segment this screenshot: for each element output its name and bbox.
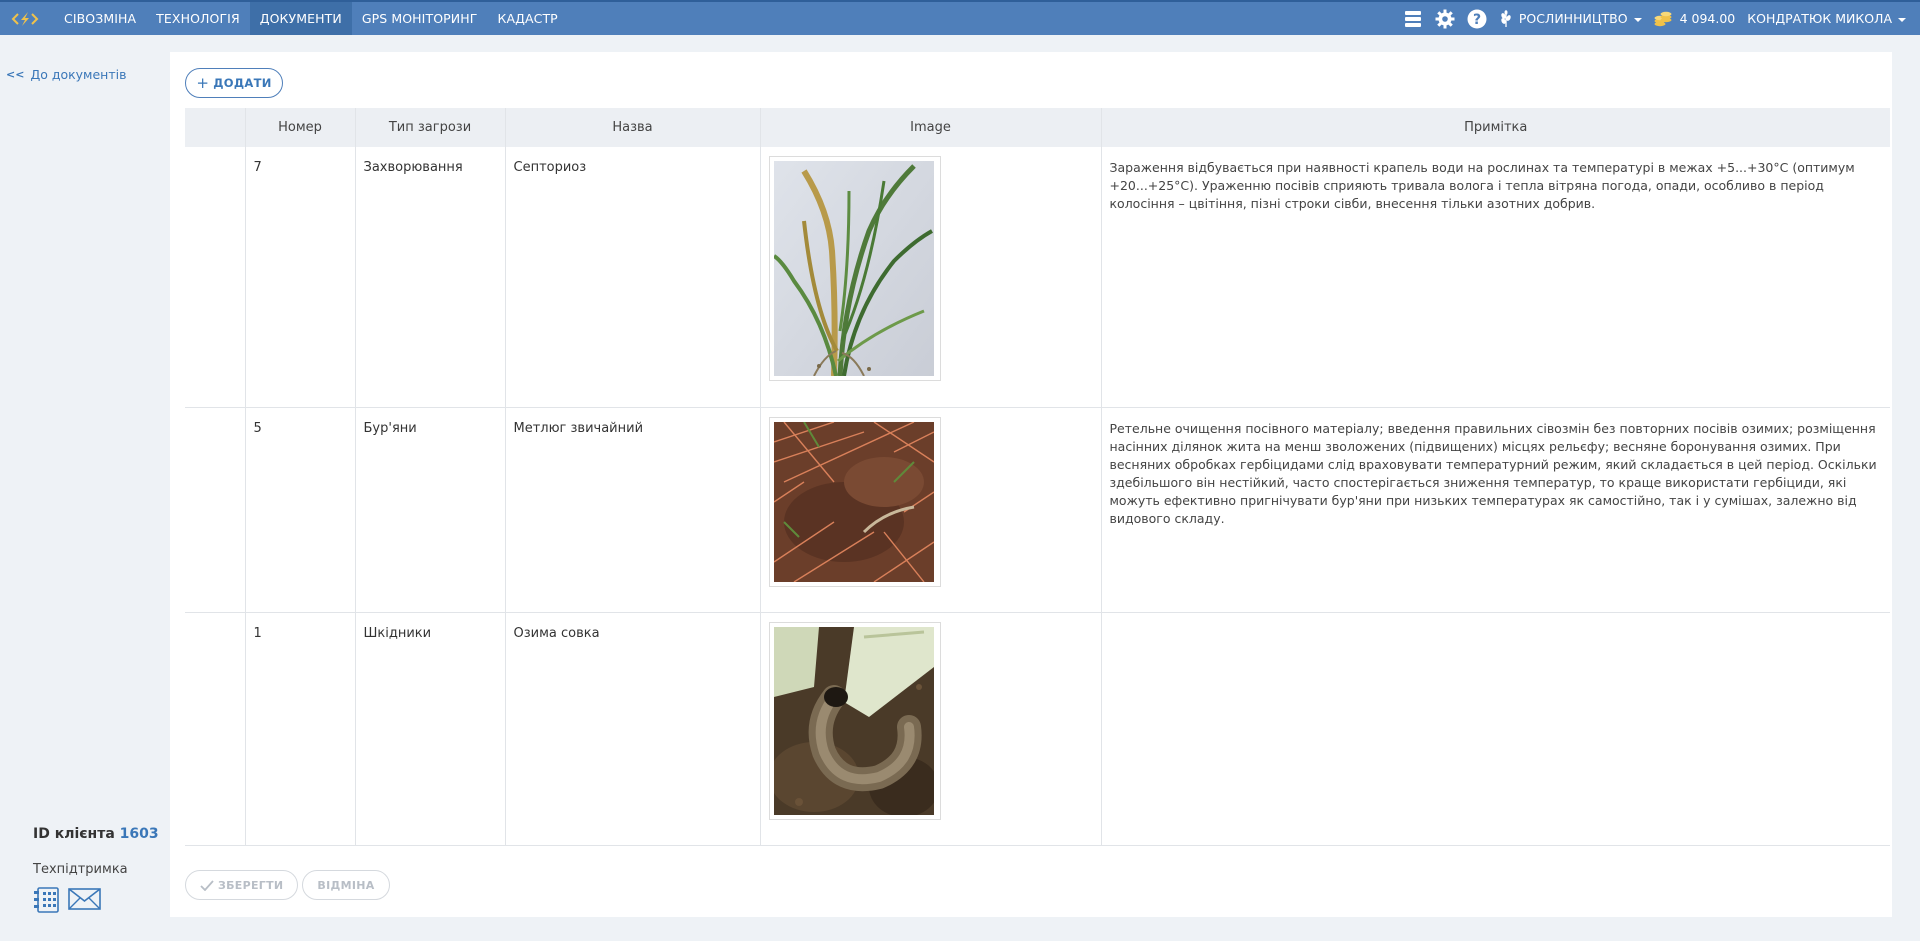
back-arrows: << [6,68,25,81]
balance[interactable]: 4 094.00 [1654,11,1736,27]
client-id-value: 1603 [119,826,159,842]
row-name: Озима совка [504,612,760,846]
support-label: Техпідтримка [33,862,128,877]
header-number[interactable]: Номер [244,108,355,147]
cancel-button-label: ВІДМІНА [317,878,375,892]
module-dropdown[interactable]: РОСЛИННИЦТВО [1499,9,1642,28]
mail-icon[interactable] [68,887,101,911]
row-select-cell[interactable] [185,147,245,408]
row-note [1100,612,1890,846]
cancel-button[interactable]: ВІДМІНА [302,870,390,900]
nav-tekhnolohiia[interactable]: ТЕХНОЛОГІЯ [146,2,250,35]
nav-gps-monitoring[interactable]: GPS МОНІТОРИНГ [352,2,488,35]
gear-icon[interactable] [1435,9,1455,29]
threat-image-cutworm[interactable] [768,621,941,820]
nav-sivozmina[interactable]: СІВОЗМІНА [54,2,146,35]
coins-icon [1654,11,1672,26]
add-button-label: ДОДАТИ [213,76,272,90]
plus-icon: + [196,73,210,92]
header-threat-type[interactable]: Тип загрози [354,108,505,147]
threat-image-bentgrass[interactable] [768,416,941,587]
client-id-label: ID клієнта [33,826,115,842]
chevron-down-icon [1898,17,1906,22]
row-threat-type: Захворювання [354,147,505,408]
form-actions: ЗБЕРЕГТИ ВІДМІНА [185,870,390,900]
row-name: Септориоз [504,147,760,408]
nav-kadastr[interactable]: КАДАСТР [487,2,567,35]
balance-value: 4 094.00 [1679,11,1736,26]
header-name[interactable]: Назва [504,108,760,147]
row-image-cell [759,147,1101,408]
row-note: Ретельне очищення посівного матеріалу; в… [1100,407,1890,613]
table-row[interactable]: 1 Шкідники Озима совка [185,612,1890,846]
header-note[interactable]: Примітка [1100,108,1890,147]
check-icon [200,879,214,891]
row-name: Метлюг звичайний [504,407,760,613]
row-threat-type: Шкідники [354,612,505,846]
module-label: РОСЛИННИЦТВО [1518,11,1628,26]
top-navbar: СІВОЗМІНА ТЕХНОЛОГІЯ ДОКУМЕНТИ GPS МОНІТ… [0,0,1920,35]
row-note: Зараження відбувається при наявності кра… [1100,147,1890,408]
main-panel: + ДОДАТИ Номер Тип загрози Назва Image П… [170,52,1892,917]
row-select-cell[interactable] [185,612,245,846]
row-threat-type: Бур'яни [354,407,505,613]
header-image[interactable]: Image [759,108,1101,147]
user-dropdown[interactable]: КОНДРАТЮК МИКОЛА [1747,11,1906,26]
threats-table: Номер Тип загрози Назва Image Примітка 7… [185,108,1890,846]
help-icon[interactable]: ? [1467,9,1487,29]
row-number: 5 [244,407,355,613]
logo-icon[interactable] [0,2,50,35]
layers-icon[interactable] [1403,10,1423,28]
save-button-label: ЗБЕРЕГТИ [218,878,284,892]
threat-image-septoria[interactable] [768,156,941,381]
row-image-cell [759,612,1101,846]
svg-text:?: ? [1473,12,1481,28]
row-number: 7 [244,147,355,408]
support-icons [33,887,101,913]
client-id: ID клієнта 1603 [33,826,159,842]
wheat-icon [1501,9,1511,27]
table-row[interactable]: 5 Бур'яни Метлюг звичайний Ретельне очищ… [185,407,1890,613]
row-number: 1 [244,612,355,846]
row-select-cell[interactable] [185,407,245,613]
chevron-down-icon [1633,17,1642,22]
table-row[interactable]: 7 Захворювання Септориоз Зараження відбу… [185,147,1890,408]
table-header-row: Номер Тип загрози Назва Image Примітка [185,108,1890,147]
save-button[interactable]: ЗБЕРЕГТИ [185,870,299,900]
nav-dokumenty[interactable]: ДОКУМЕНТИ [249,2,352,35]
back-to-documents-link[interactable]: << До документів [6,67,126,82]
header-select [185,108,245,147]
user-name: КОНДРАТЮК МИКОЛА [1747,11,1892,26]
row-image-cell [759,407,1101,613]
add-button[interactable]: + ДОДАТИ [185,68,283,98]
back-link-label: До документів [30,67,127,82]
phone-book-icon[interactable] [33,887,60,913]
